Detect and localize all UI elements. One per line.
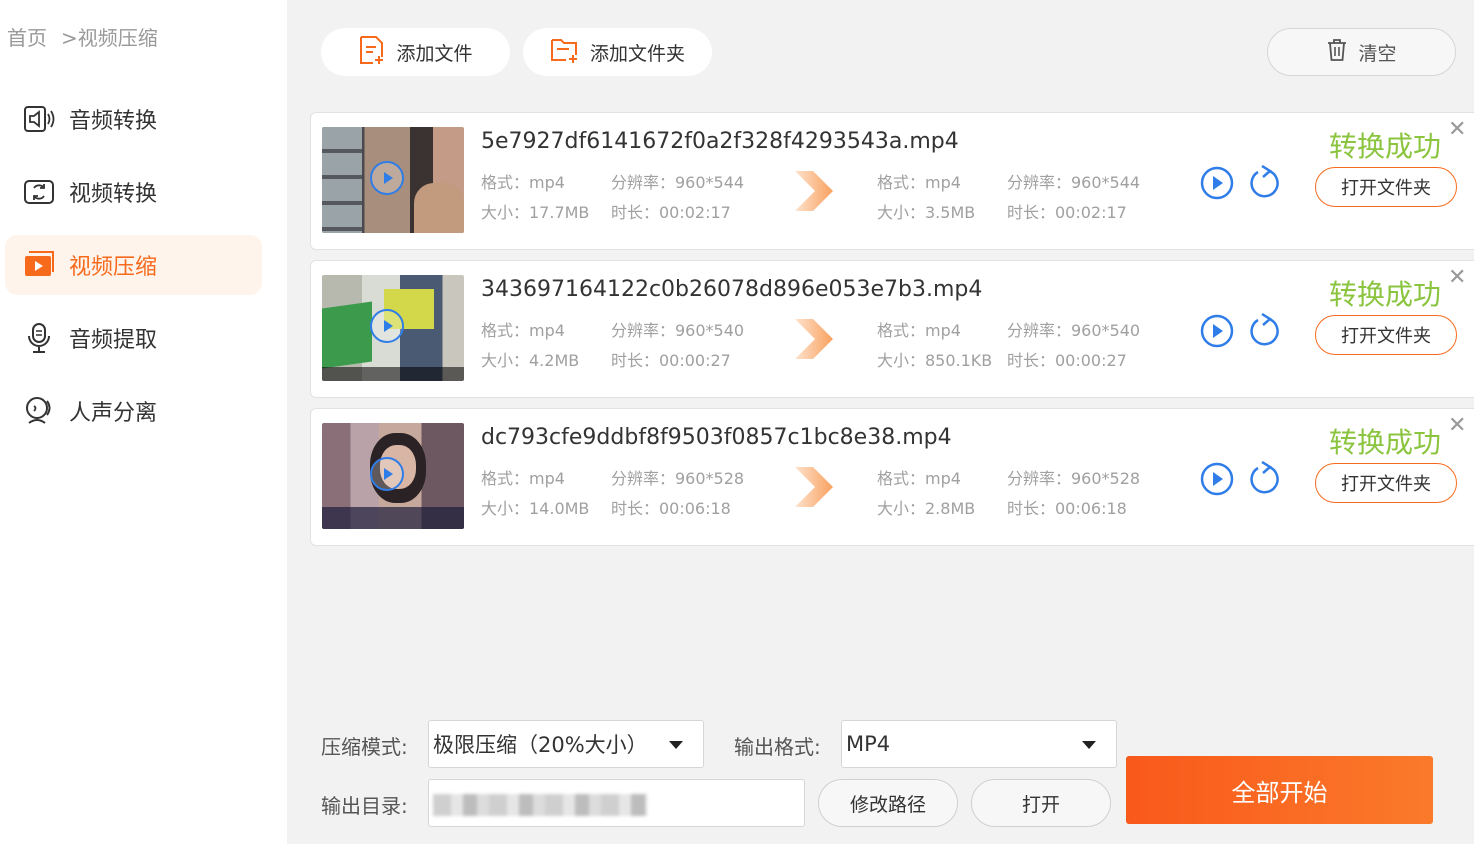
redo-icon[interactable] (1247, 460, 1283, 497)
breadcrumb-current: >视频压缩 (61, 26, 158, 50)
source-duration: 时长：00:06:18 (611, 499, 731, 518)
compress-mode-value: 极限压缩（20%大小） (433, 733, 648, 757)
file-name: dc793cfe9ddbf8f9503f0857c1bc8e38.mp4 (481, 425, 952, 450)
output-format-select[interactable]: MP4 (841, 720, 1117, 768)
sidebar: 首页 >视频压缩 音频转换 视频转换 视频压缩 音频提取 人声分离 (0, 0, 287, 844)
sidebar-item-audio-extract[interactable]: 音频提取 (5, 308, 262, 368)
change-path-button[interactable]: 修改路径 (818, 779, 958, 827)
play-icon[interactable] (1199, 165, 1235, 201)
add-folder-button[interactable]: 添加文件夹 (523, 28, 712, 76)
arrow-right-icon (793, 317, 835, 365)
audio-convert-icon (22, 102, 56, 136)
thumbnail-play-icon[interactable] (370, 161, 404, 195)
file-row: 5e7927df6141672f0a2f328f4293543a.mp4 格式：… (310, 112, 1474, 250)
add-file-icon (358, 35, 386, 70)
sidebar-item-label: 视频压缩 (69, 255, 158, 280)
add-folder-label: 添加文件夹 (589, 42, 685, 65)
output-duration: 时长：00:00:27 (1007, 351, 1127, 370)
source-size: 大小：14.0MB (481, 499, 590, 518)
blurred-path (433, 794, 647, 816)
open-folder-button[interactable]: 打开文件夹 (1315, 463, 1457, 503)
sidebar-item-audio-convert[interactable]: 音频转换 (5, 89, 262, 149)
arrow-right-icon (793, 465, 835, 513)
sidebar-item-video-compress[interactable]: 视频压缩 (5, 235, 262, 295)
output-resolution: 分辨率：960*544 (1007, 173, 1141, 192)
open-dir-button[interactable]: 打开 (971, 779, 1111, 827)
video-thumbnail[interactable] (322, 423, 464, 529)
compress-mode-label: 压缩模式: (321, 735, 408, 759)
close-icon[interactable]: ✕ (1448, 415, 1466, 437)
source-size: 大小：4.2MB (481, 351, 580, 370)
output-resolution: 分辨率：960*528 (1007, 469, 1141, 488)
output-resolution: 分辨率：960*540 (1007, 321, 1141, 340)
open-folder-button[interactable]: 打开文件夹 (1315, 167, 1457, 207)
output-format-value: MP4 (846, 732, 891, 756)
output-format: 格式：mp4 (877, 173, 961, 192)
source-duration: 时长：00:00:27 (611, 351, 731, 370)
trash-icon (1326, 38, 1348, 67)
thumbnail-play-icon[interactable] (370, 457, 404, 491)
source-size: 大小：17.7MB (481, 203, 590, 222)
source-resolution: 分辨率：960*540 (611, 321, 745, 340)
file-row: dc793cfe9ddbf8f9503f0857c1bc8e38.mp4 格式：… (310, 408, 1474, 546)
file-row: 343697164122c0b26078d896e053e7b3.mp4 格式：… (310, 260, 1474, 398)
sidebar-item-label: 音频提取 (69, 328, 158, 353)
output-duration: 时长：00:06:18 (1007, 499, 1127, 518)
clear-label: 清空 (1358, 42, 1397, 65)
chevron-down-icon (669, 741, 683, 749)
source-format: 格式：mp4 (481, 173, 565, 192)
redo-icon[interactable] (1247, 312, 1283, 349)
output-size: 大小：850.1KB (877, 351, 993, 370)
source-format: 格式：mp4 (481, 321, 565, 340)
arrow-right-icon (793, 169, 835, 217)
output-format-label: 输出格式: (734, 735, 821, 759)
open-folder-button[interactable]: 打开文件夹 (1315, 315, 1457, 355)
output-format: 格式：mp4 (877, 321, 961, 340)
output-format: 格式：mp4 (877, 469, 961, 488)
video-thumbnail[interactable] (322, 127, 464, 233)
breadcrumb: 首页 >视频压缩 (7, 22, 158, 51)
source-resolution: 分辨率：960*544 (611, 173, 745, 192)
audio-extract-icon (22, 321, 56, 355)
play-icon[interactable] (1199, 313, 1235, 349)
sidebar-item-vocal-separate[interactable]: 人声分离 (5, 381, 262, 441)
source-format: 格式：mp4 (481, 469, 565, 488)
sidebar-item-video-convert[interactable]: 视频转换 (5, 162, 262, 222)
output-duration: 时长：00:02:17 (1007, 203, 1127, 222)
close-icon[interactable]: ✕ (1448, 119, 1466, 141)
breadcrumb-home[interactable]: 首页 (7, 22, 47, 51)
vocal-separate-icon (22, 394, 56, 428)
compress-mode-select[interactable]: 极限压缩（20%大小） (428, 720, 704, 768)
output-size: 大小：3.5MB (877, 203, 976, 222)
play-icon[interactable] (1199, 461, 1235, 497)
thumbnail-play-icon[interactable] (370, 309, 404, 343)
status-success: 转换成功 (1329, 278, 1442, 311)
redo-icon[interactable] (1247, 164, 1283, 201)
add-file-button[interactable]: 添加文件 (321, 28, 510, 76)
chevron-down-icon (1082, 741, 1096, 749)
video-compress-icon (22, 248, 56, 282)
add-file-label: 添加文件 (396, 42, 473, 65)
source-duration: 时长：00:02:17 (611, 203, 731, 222)
sidebar-item-label: 音频转换 (69, 109, 158, 134)
close-icon[interactable]: ✕ (1448, 267, 1466, 289)
add-folder-icon (550, 36, 580, 69)
output-size: 大小：2.8MB (877, 499, 976, 518)
status-success: 转换成功 (1329, 426, 1442, 459)
status-success: 转换成功 (1329, 130, 1442, 163)
clear-button[interactable]: 清空 (1267, 28, 1456, 76)
video-thumbnail[interactable] (322, 275, 464, 381)
sidebar-item-label: 人声分离 (69, 401, 158, 426)
output-dir-input[interactable] (428, 779, 805, 827)
start-all-button[interactable]: 全部开始 (1126, 756, 1433, 824)
file-name: 5e7927df6141672f0a2f328f4293543a.mp4 (481, 129, 959, 154)
video-convert-icon (22, 175, 56, 209)
output-dir-label: 输出目录: (321, 794, 408, 818)
source-resolution: 分辨率：960*528 (611, 469, 745, 488)
file-name: 343697164122c0b26078d896e053e7b3.mp4 (481, 277, 983, 302)
sidebar-item-label: 视频转换 (69, 182, 158, 207)
